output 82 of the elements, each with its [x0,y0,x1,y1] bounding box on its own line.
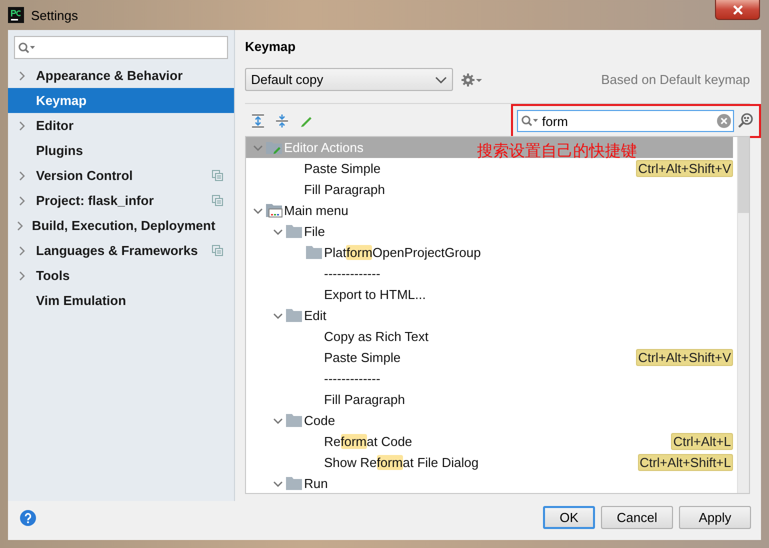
sidebar-item[interactable]: Keymap [8,88,234,113]
chevron-icon[interactable] [273,480,283,488]
tree-row[interactable]: Paste Simple Ctrl+Alt+Shift+V [246,347,733,368]
folder-icon [286,309,302,322]
search-icon [18,42,36,54]
tree-row[interactable]: File [246,221,733,242]
sidebar-item[interactable]: Build, Execution, Deployment [8,213,234,238]
search-input[interactable]: form [540,114,716,128]
tree-row[interactable]: Main menu [246,200,733,221]
shortcut-label: Ctrl+Alt+Shift+L [638,454,733,471]
close-button[interactable] [715,0,760,20]
dialog-button[interactable]: Cancel [601,506,673,529]
search-field[interactable]: form [517,110,734,132]
tree-row[interactable]: ------------- [246,368,733,389]
shortcut-label: Ctrl+Alt+Shift+V [636,160,733,177]
folder-icon [286,414,302,427]
tree-label: Export to HTML... [324,287,426,302]
separator-text: ------------- [324,371,380,386]
find-shortcut-icon[interactable] [737,112,755,130]
separator-text: ------------- [324,266,380,281]
pencil-icon[interactable] [299,114,313,128]
help-icon[interactable] [20,510,36,526]
search-field[interactable] [14,36,228,59]
app-logo-icon [8,7,24,23]
tree-row[interactable]: Code [246,410,733,431]
chevron-icon[interactable] [253,206,263,214]
tree-label: Edit [304,308,326,323]
menu-folder-icon [266,203,283,218]
expand-all-icon[interactable] [251,114,265,128]
tree-label: PlatformOpenProjectGroup [324,245,481,260]
sidebar-item[interactable]: Plugins [8,138,234,163]
folder-icon [306,246,322,259]
folder-icon [286,225,302,238]
tree-label: Paste Simple [304,161,381,176]
dialog-button[interactable]: OK [543,506,595,529]
sidebar-item[interactable]: Editor [8,113,234,138]
tree-row[interactable]: Edit [246,305,733,326]
dialog-button[interactable]: Apply [679,506,751,529]
tree-label: Show Reformat File Dialog [324,455,479,470]
tree-row[interactable]: PlatformOpenProjectGroup [246,242,733,263]
tree-label: Reformat Code [324,434,412,449]
tree-row[interactable]: Copy as Rich Text [246,326,733,347]
tree-row[interactable]: Fill Paragraph [246,389,733,410]
tree-row[interactable]: Fill Paragraph [246,179,733,200]
sidebar-item[interactable]: Languages & Frameworks [8,238,234,263]
tree-label: Main menu [284,203,348,218]
clear-icon[interactable] [717,114,731,128]
close-icon [732,4,744,14]
tree-label: Copy as Rich Text [324,329,429,344]
tree-label: Code [304,413,336,428]
sidebar-item[interactable]: Version Control [8,163,234,188]
tree-row[interactable]: Reformat Code Ctrl+Alt+L [246,431,733,452]
tree-label: File [304,224,325,239]
tree-label: Paste Simple [324,350,401,365]
folder-icon [286,477,302,490]
caret-icon [435,76,447,84]
tree-row[interactable]: Run [246,473,733,493]
gear-icon[interactable] [461,72,483,86]
sidebar-item[interactable]: Project: flask_infor [8,188,234,213]
tree-row[interactable]: Export to HTML... [246,284,733,305]
scrollbar[interactable] [737,137,749,493]
search-icon [521,115,539,127]
tree-label: Editor Actions [284,140,364,155]
tree-row[interactable]: ------------- [246,263,733,284]
tree-row[interactable]: Show Reformat File Dialog Ctrl+Alt+Shift+L [246,452,733,473]
sidebar-item[interactable]: Tools [8,263,234,288]
chevron-icon[interactable] [273,416,283,424]
keymap-dropdown[interactable]: Default copy [245,68,453,91]
tree-label: Run [304,476,328,491]
chevron-icon[interactable] [273,228,283,236]
collapse-all-icon[interactable] [275,114,289,128]
based-on-label: Based on Default keymap [601,72,750,87]
shortcut-label: Ctrl+Alt+L [671,433,733,450]
sidebar-item[interactable]: Appearance & Behavior [8,63,234,88]
tree-label: Fill Paragraph [304,182,385,197]
page-title: Keymap [245,39,297,56]
shortcut-label: Ctrl+Alt+Shift+V [636,349,733,366]
folder-pencil-icon [266,140,283,155]
window-title: Settings [31,8,79,22]
tree-label: Fill Paragraph [324,392,405,407]
chevron-icon[interactable] [273,312,283,320]
sidebar-item[interactable]: Vim Emulation [8,288,234,313]
